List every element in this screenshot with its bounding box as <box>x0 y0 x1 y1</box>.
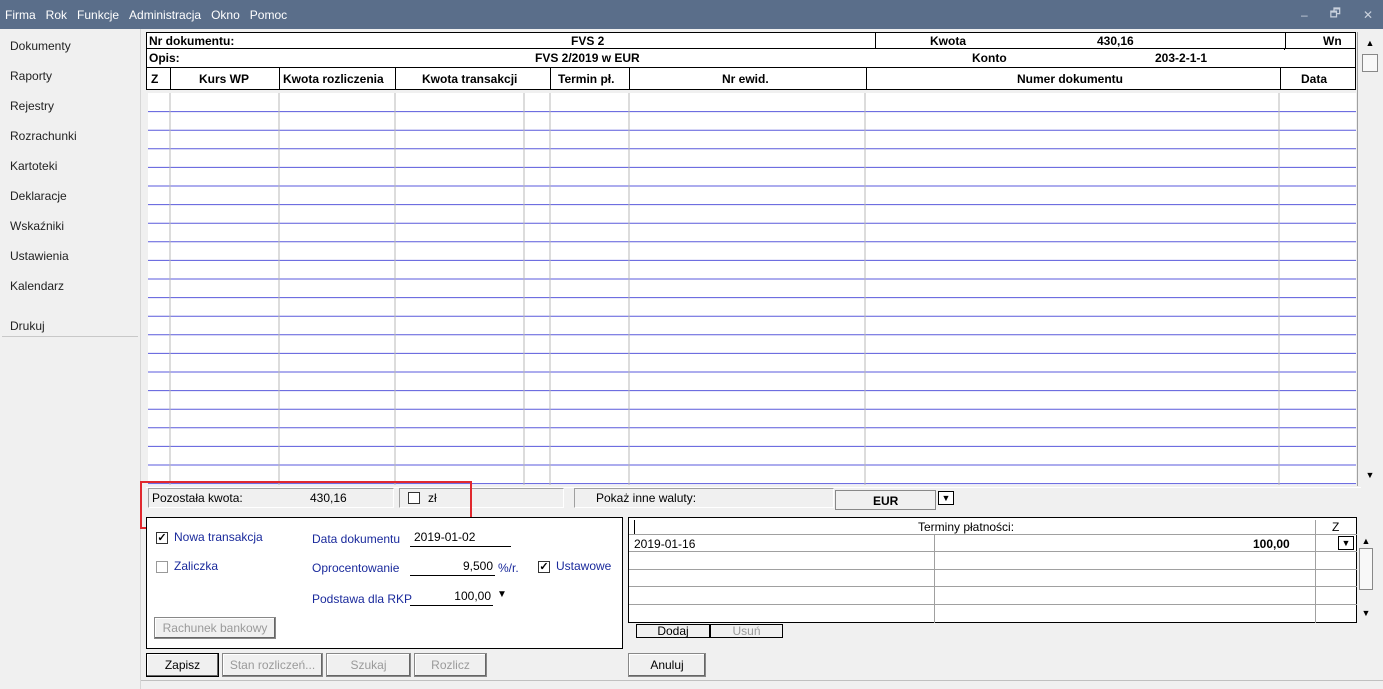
konto-label: Konto <box>972 51 1007 65</box>
terms-scroll-down-icon[interactable]: ▼ <box>1358 606 1374 620</box>
col-kwota-transakcji: Kwota transakcji <box>422 72 518 86</box>
term-z-dropdown-icon[interactable]: ▼ <box>1338 536 1354 550</box>
terms-scroll-thumb[interactable] <box>1359 548 1373 590</box>
sidebar-item-wskazniki[interactable]: Wskaźniki <box>10 219 64 233</box>
statutory-label[interactable]: Ustawowe <box>556 559 611 573</box>
interest-unit: %/r. <box>498 561 519 575</box>
header-col-separator <box>629 68 630 90</box>
terms-title: Terminy płatności: <box>918 520 1015 534</box>
header-col-separator <box>1280 68 1281 90</box>
settle-button[interactable]: Rozlicz <box>414 653 487 677</box>
sidebar-item-rejestry[interactable]: Rejestry <box>10 99 54 113</box>
col-z: Z <box>151 72 159 86</box>
doc-date-label: Data dokumentu <box>312 532 401 546</box>
terms-z-header: Z <box>1332 520 1340 534</box>
menu-bar: Firma Rok Funkcje Administracja Okno Pom… <box>0 0 1383 29</box>
doc-date-value: 2019-01-02 <box>414 530 476 544</box>
sidebar-item-kalendarz[interactable]: Kalendarz <box>10 279 64 293</box>
bank-account-button[interactable]: Rachunek bankowy <box>154 617 276 639</box>
sidebar-divider <box>2 336 138 337</box>
menu-firma[interactable]: Firma <box>0 8 41 22</box>
new-transaction-label[interactable]: Nowa transakcja <box>174 530 263 544</box>
currency-value: EUR <box>873 494 899 508</box>
other-currencies-label: Pokaż inne waluty: <box>596 491 697 505</box>
side-wn: Wn <box>1323 34 1342 48</box>
rkp-label: Podstawa dla RKP <box>312 592 413 606</box>
nr-dokumentu-value: FVS 2 <box>571 34 605 48</box>
konto-value: 203-2-1-1 <box>1155 51 1208 65</box>
search-button[interactable]: Szukaj <box>326 653 411 677</box>
rkp-dropdown-icon[interactable]: ▼ <box>494 589 510 603</box>
sidebar-item-kartoteki[interactable]: Kartoteki <box>10 159 57 173</box>
currency-select[interactable]: EUR <box>835 490 936 510</box>
header-col-separator <box>146 68 147 90</box>
menu-funkcje[interactable]: Funkcje <box>72 8 124 22</box>
terms-scroll-up-icon[interactable]: ▲ <box>1358 534 1374 548</box>
status-divider <box>141 680 1383 681</box>
col-kwota-rozliczenia: Kwota rozliczenia <box>283 72 384 86</box>
header-col-separator <box>866 68 867 90</box>
transactions-grid[interactable] <box>148 93 1356 485</box>
term-date: 2019-01-16 <box>634 537 696 551</box>
interest-value: 9,500 <box>462 559 493 573</box>
opis-value: FVS 2/2019 w EUR <box>535 51 640 65</box>
minimize-icon[interactable]: – <box>1301 8 1308 22</box>
term-amount: 100,00 <box>1253 537 1290 551</box>
sidebar-item-ustawienia[interactable]: Ustawienia <box>10 249 69 263</box>
advance-checkbox[interactable] <box>156 561 168 573</box>
restore-icon[interactable]: 🗗 <box>1330 4 1341 25</box>
kwota-value: 430,16 <box>1097 34 1134 48</box>
new-transaction-checkbox[interactable]: ✓ <box>156 532 168 544</box>
opis-label: Opis: <box>149 51 180 65</box>
rkp-field[interactable]: 100,00 <box>410 589 493 606</box>
grid-scrollbar[interactable]: ▲ ▼ <box>1357 32 1381 486</box>
sidebar-item-raporty[interactable]: Raporty <box>10 69 52 83</box>
rkp-value: 100,00 <box>454 589 491 603</box>
header-col-separator <box>395 68 396 90</box>
advance-label[interactable]: Zaliczka <box>174 559 218 573</box>
doc-date-field[interactable]: 2019-01-02 <box>410 530 511 547</box>
sidebar-item-dokumenty[interactable]: Dokumenty <box>10 39 71 53</box>
menu-rok[interactable]: Rok <box>41 8 72 22</box>
terms-scrollbar[interactable]: ▲ ▼ <box>1358 530 1374 622</box>
header-col-separator <box>170 68 171 90</box>
cancel-button[interactable]: Anuluj <box>628 653 706 677</box>
col-termin: Termin pł. <box>558 72 615 86</box>
close-icon[interactable]: ✕ <box>1363 8 1373 22</box>
col-numer-dokumentu: Numer dokumentu <box>1017 72 1124 86</box>
header-col-separator <box>550 68 551 90</box>
col-nr-ewid: Nr ewid. <box>722 72 769 86</box>
sidebar-item-rozrachunki[interactable]: Rozrachunki <box>10 129 77 143</box>
kwota-label: Kwota <box>930 34 966 48</box>
sidebar-item-drukuj[interactable]: Drukuj <box>10 319 45 333</box>
add-term-button[interactable]: Dodaj <box>636 624 710 638</box>
menu-pomoc[interactable]: Pomoc <box>245 8 292 22</box>
scroll-up-icon[interactable]: ▲ <box>1362 36 1378 52</box>
nr-dokumentu-label: Nr dokumentu: <box>149 34 235 48</box>
sidebar: Dokumenty Raporty Rejestry Rozrachunki K… <box>0 29 141 689</box>
header-col-separator <box>279 68 280 90</box>
statutory-checkbox[interactable]: ✓ <box>538 561 550 573</box>
status-button[interactable]: Stan rozliczeń... <box>222 653 323 677</box>
col-data: Data <box>1301 72 1328 86</box>
menu-administracja[interactable]: Administracja <box>124 8 206 22</box>
remove-term-button[interactable]: Usuń <box>710 624 783 638</box>
col-kurs-wp: Kurs WP <box>199 72 250 86</box>
scroll-thumb[interactable] <box>1362 54 1378 72</box>
interest-field[interactable]: 9,500 <box>410 559 495 576</box>
currency-dropdown-icon[interactable]: ▼ <box>938 491 954 505</box>
save-button[interactable]: Zapisz <box>146 653 219 677</box>
interest-label: Oprocentowanie <box>312 561 400 575</box>
scroll-down-icon[interactable]: ▼ <box>1362 468 1378 484</box>
sidebar-item-deklaracje[interactable]: Deklaracje <box>10 189 67 203</box>
menu-okno[interactable]: Okno <box>206 8 245 22</box>
